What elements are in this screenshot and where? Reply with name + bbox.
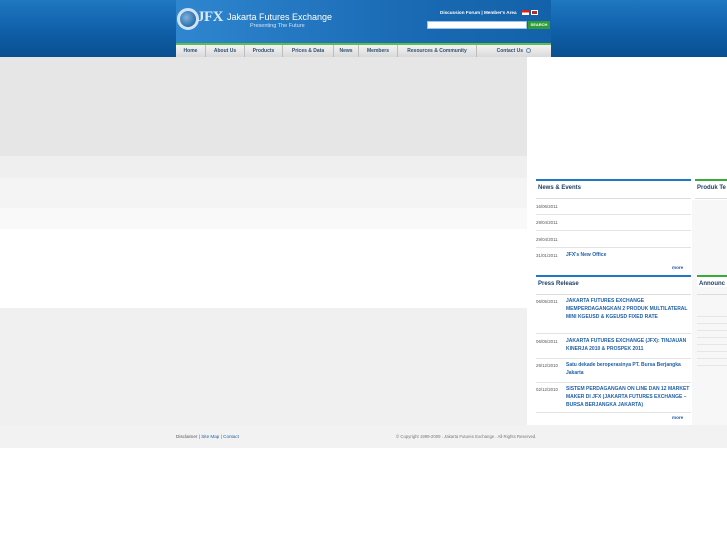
divider <box>695 198 727 199</box>
list-item[interactable]: 31/01/2011 JFX's New Office <box>536 252 691 263</box>
announcement-heading: Announc <box>697 275 727 287</box>
nav-news[interactable]: News <box>334 45 359 57</box>
footer-links: Disclaimer | Site Map | Contact <box>176 434 239 439</box>
divider <box>536 382 691 383</box>
far-right-column <box>692 200 727 425</box>
content-band <box>0 208 527 229</box>
content-band <box>0 178 527 208</box>
list-item[interactable]: 29/04/2011 <box>536 237 691 247</box>
footer-contact-link[interactable]: Contact <box>223 434 239 439</box>
news-more-link[interactable]: more <box>672 265 683 270</box>
search-button[interactable]: SEARCH <box>528 21 550 29</box>
content-band <box>0 156 527 178</box>
indonesian-flag-icon[interactable] <box>521 10 529 16</box>
footer <box>0 425 727 448</box>
copyright: © Copyright 1999-2009 . Jakarta Futures … <box>396 434 537 439</box>
news-date: 16/06/2011 <box>536 204 558 209</box>
footer-separator: | <box>220 434 222 439</box>
divider <box>536 247 691 248</box>
discussion-forum-link[interactable]: Discussion Forum <box>440 10 480 15</box>
divider <box>536 230 691 231</box>
news-date: 31/01/2011 <box>536 253 558 258</box>
site-logo[interactable]: JFX Jakarta Futures Exchange Presenting … <box>177 8 337 32</box>
divider <box>536 358 691 359</box>
nav-members[interactable]: Members <box>359 45 398 57</box>
nav-resources-community[interactable]: Resources & Community <box>398 45 477 57</box>
news-date: 29/04/2011 <box>536 237 558 242</box>
list-item[interactable]: 02/12/2010 SISTEM PERDAGANGAN ON LINE DA… <box>536 386 691 411</box>
members-area-link[interactable]: Member's Area <box>484 10 517 15</box>
search-input[interactable] <box>427 21 527 29</box>
press-title[interactable]: Satu dekade beroperasinya PT. Bursa Berj… <box>566 362 691 378</box>
english-flag-icon[interactable] <box>531 10 539 16</box>
divider <box>536 198 691 199</box>
footer-separator: | <box>198 434 200 439</box>
nav-products[interactable]: Products <box>245 45 283 57</box>
main-nav: Home About Us Products Prices & Data New… <box>176 43 551 57</box>
nav-contact-us-label: Contact Us <box>496 48 523 54</box>
content-placeholder <box>0 57 527 156</box>
divider <box>536 294 691 295</box>
press-title[interactable]: JAKARTA FUTURES EXCHANGE MEMPERDAGANGKAN… <box>566 298 691 321</box>
press-date: 06/05/2011 <box>536 339 558 344</box>
produk-heading: Produk Te <box>695 179 727 191</box>
press-date: 29/12/2010 <box>536 363 558 368</box>
news-title[interactable]: JFX's New Office <box>566 252 691 260</box>
press-more-link[interactable]: more <box>672 415 683 420</box>
logo-tagline: Presenting The Future <box>250 23 305 29</box>
list-item[interactable]: 29/12/2010 Satu dekade beroperasinya PT.… <box>536 362 691 381</box>
list-item[interactable]: 29/04/2011 <box>536 220 691 230</box>
nav-prices-data[interactable]: Prices & Data <box>283 45 334 57</box>
divider <box>536 214 691 215</box>
announcement-list <box>697 316 727 372</box>
top-links-separator: | <box>481 10 483 16</box>
nav-contact-us[interactable]: Contact Us <box>477 45 551 57</box>
list-item[interactable]: 06/05/2011 JAKARTA FUTURES EXCHANGE MEMP… <box>536 298 691 331</box>
logo-mark: JFX <box>197 9 224 25</box>
search-icon <box>526 48 532 54</box>
list-item[interactable]: 06/05/2011 JAKARTA FUTURES EXCHANGE (JFX… <box>536 338 691 357</box>
press-date: 06/05/2011 <box>536 299 558 304</box>
top-links: Discussion Forum | Member's Area <box>440 10 552 18</box>
press-date: 02/12/2010 <box>536 387 558 392</box>
press-release-heading: Press Release <box>536 275 691 287</box>
nav-home[interactable]: Home <box>176 45 206 57</box>
divider <box>536 333 691 334</box>
news-date: 29/04/2011 <box>536 220 558 225</box>
news-events-heading: News & Events <box>536 179 691 191</box>
globe-icon <box>177 8 199 30</box>
divider <box>536 412 691 413</box>
divider <box>697 294 727 295</box>
list-item[interactable]: 16/06/2011 <box>536 204 691 214</box>
logo-title: Jakarta Futures Exchange <box>227 12 333 22</box>
content-lower <box>0 308 527 425</box>
press-title[interactable]: JAKARTA FUTURES EXCHANGE (JFX): TINJAUAN… <box>566 338 691 354</box>
footer-disclaimer-link[interactable]: Disclaimer <box>176 434 197 439</box>
nav-about-us[interactable]: About Us <box>206 45 245 57</box>
press-title[interactable]: SISTEM PERDAGANGAN ON LINE DAN 12 MARKET… <box>566 386 691 409</box>
footer-sitemap-link[interactable]: Site Map <box>201 434 219 439</box>
